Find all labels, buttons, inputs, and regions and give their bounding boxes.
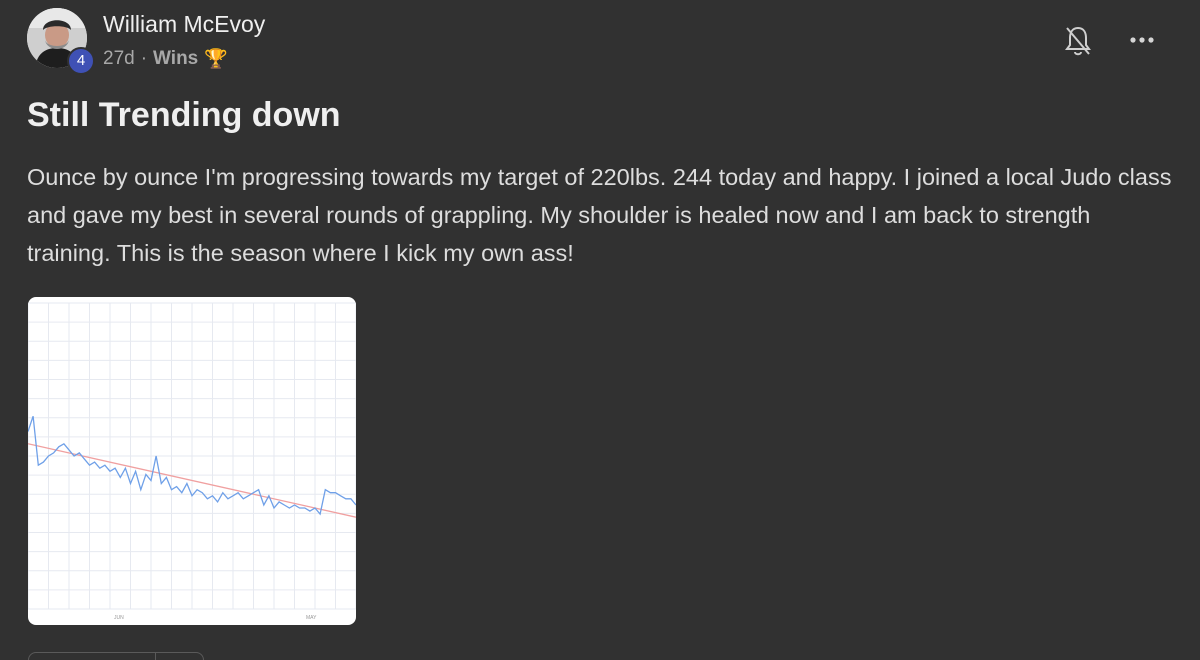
author-name[interactable]: William McEvoy <box>103 11 265 38</box>
post-title: Still Trending down <box>27 96 341 134</box>
level-badge: 4 <box>67 47 95 75</box>
post-category[interactable]: Wins <box>153 48 198 70</box>
more-horizontal-icon <box>1130 37 1154 43</box>
more-options-button[interactable] <box>1124 28 1160 52</box>
post-age[interactable]: 27d <box>103 48 135 70</box>
bell-off-icon <box>1065 26 1091 56</box>
trophy-icon: 🏆 <box>204 49 228 70</box>
weight-chart: JUN MAY <box>28 302 356 621</box>
notification-toggle-button[interactable] <box>1063 24 1093 58</box>
reaction-bar[interactable] <box>28 652 204 660</box>
attached-chart-image[interactable]: JUN MAY <box>28 297 356 625</box>
post-body: Ounce by ounce I'm progressing towards m… <box>27 164 1172 266</box>
x-tick-label: JUN <box>114 615 124 621</box>
meta-separator: · <box>140 48 148 69</box>
reaction-divider <box>155 653 156 660</box>
x-tick-label: MAY <box>306 615 317 621</box>
post-card: 4 William McEvoy 27d · Wins 🏆 Still Tren… <box>0 0 1200 660</box>
post-meta: 27d · Wins 🏆 <box>103 47 228 71</box>
